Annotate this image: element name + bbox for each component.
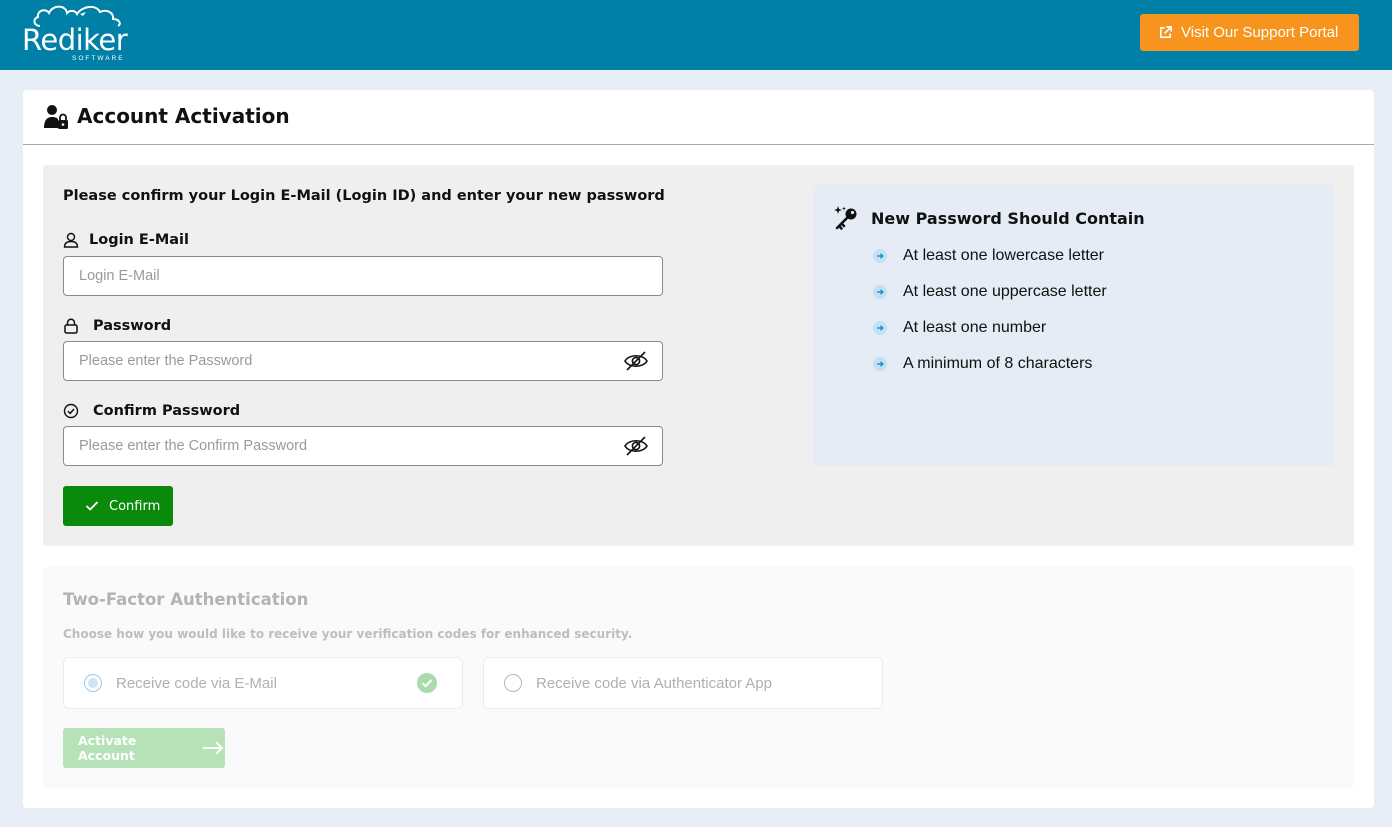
arrow-right-icon — [873, 321, 887, 335]
form-instruction: Please confirm your Login E-Mail (Login … — [63, 188, 665, 204]
option-email[interactable]: Receive code via E-Mail — [63, 657, 463, 709]
eye-slash-icon[interactable] — [623, 435, 649, 457]
top-bar: Rediker SOFTWARE Visit Our Support Porta… — [0, 0, 1392, 70]
check-icon — [85, 501, 99, 511]
rule-item: At least one number — [873, 318, 1046, 338]
check-circle-icon — [417, 673, 437, 693]
rule-text: At least one lowercase letter — [903, 247, 1104, 264]
two-factor-title: Two-Factor Authentication — [63, 590, 309, 609]
logo-subtext: SOFTWARE — [72, 55, 125, 62]
rule-item: At least one uppercase letter — [873, 282, 1107, 302]
password-rules-panel: New Password Should Contain At least one… — [813, 185, 1334, 466]
confirm-password-label: Confirm Password — [63, 403, 240, 419]
radio-authenticator-app[interactable] — [504, 674, 522, 692]
external-link-icon — [1159, 26, 1172, 39]
arrow-right-icon — [873, 249, 887, 263]
rules-title: New Password Should Contain — [871, 209, 1145, 228]
rule-item: At least one lowercase letter — [873, 246, 1104, 266]
check-circle-icon — [63, 403, 79, 419]
eye-slash-icon[interactable] — [623, 350, 649, 372]
option-authenticator-app[interactable]: Receive code via Authenticator App — [483, 657, 883, 709]
arrow-right-icon — [873, 285, 887, 299]
radio-email[interactable] — [84, 674, 102, 692]
rule-text: At least one uppercase letter — [903, 283, 1107, 300]
activate-account-label: Activate Account — [78, 733, 137, 763]
activation-card: Account Activation Please confirm your L… — [23, 90, 1374, 808]
password-label: Password — [63, 318, 171, 334]
option-email-label: Receive code via E-Mail — [116, 674, 277, 692]
two-factor-panel: Two-Factor Authentication Choose how you… — [43, 567, 1354, 788]
confirm-password-input[interactable] — [63, 426, 663, 466]
support-portal-label: Visit Our Support Portal — [1181, 24, 1339, 41]
activate-account-button[interactable]: Activate Account — [63, 728, 225, 768]
login-email-input[interactable] — [63, 256, 663, 296]
user-icon — [63, 232, 79, 248]
logo-text: Rediker — [22, 23, 128, 57]
rule-item: A minimum of 8 characters — [873, 354, 1092, 374]
lock-icon — [64, 318, 78, 334]
option-authenticator-label: Receive code via Authenticator App — [536, 674, 772, 692]
rediker-logo[interactable]: Rediker SOFTWARE — [20, 2, 140, 66]
login-email-label: Login E-Mail — [63, 232, 189, 248]
support-portal-button[interactable]: Visit Our Support Portal — [1140, 14, 1359, 51]
two-factor-description: Choose how you would like to receive you… — [63, 627, 633, 641]
card-header: Account Activation — [23, 90, 1374, 145]
login-email-label-text: Login E-Mail — [89, 232, 189, 248]
password-label-text: Password — [93, 318, 172, 334]
rule-text: A minimum of 8 characters — [903, 355, 1093, 372]
arrow-right-icon — [873, 357, 887, 371]
confirm-password-label-text: Confirm Password — [93, 403, 241, 419]
password-form-panel: Please confirm your Login E-Mail (Login … — [43, 165, 1354, 546]
arrow-right-icon — [203, 741, 225, 755]
page-title: Account Activation — [77, 104, 290, 128]
rule-text: At least one number — [903, 319, 1047, 336]
magic-key-icon — [834, 206, 857, 230]
confirm-button[interactable]: Confirm — [63, 486, 173, 526]
user-lock-icon — [44, 105, 68, 129]
confirm-button-label: Confirm — [109, 498, 161, 514]
password-input[interactable] — [63, 341, 663, 381]
